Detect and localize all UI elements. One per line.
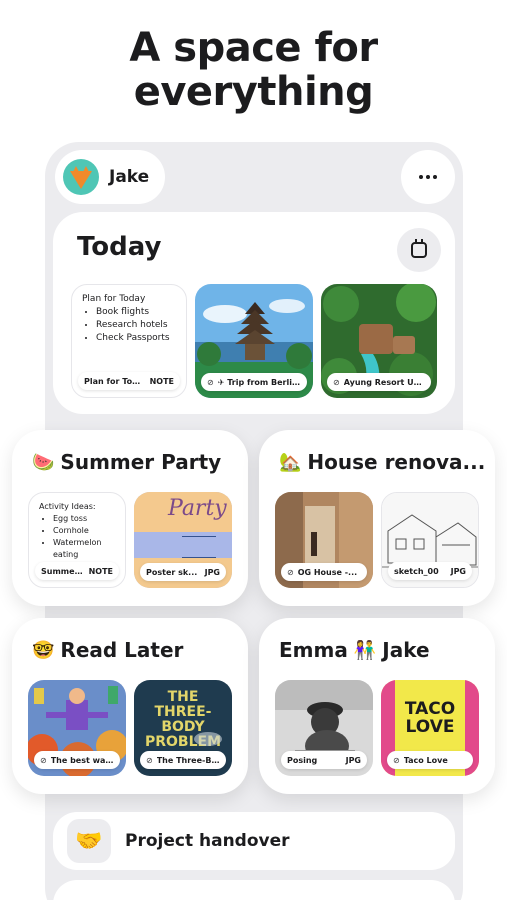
calendar-icon [411, 239, 427, 258]
list-item-project-handover[interactable]: 🤝 Project handover [53, 812, 455, 870]
calendar-button[interactable] [397, 228, 441, 272]
collection-card-emma-jake[interactable]: Emma 👫 Jake Posing JPG TACO LOVE ⊘ Taco … [259, 618, 495, 794]
collection-title-left: Emma [279, 638, 348, 662]
tile-label: ⊘ Taco Love [387, 751, 473, 769]
tile-label: sketch_00 JPG [388, 562, 472, 580]
headline-line-1: A space for [129, 25, 378, 71]
image-tile-posing[interactable]: Posing JPG [275, 680, 373, 776]
house-icon: 🏡 [279, 451, 302, 473]
user-name: Jake [109, 167, 150, 187]
collection-title: Summer Party [60, 450, 222, 474]
tile-label: Plan for Tod... NOTE [78, 372, 180, 390]
tile-label: Poster sk... JPG [140, 563, 226, 581]
watermelon-icon: 🍉 [32, 451, 55, 473]
note-item: Check Passports [96, 332, 178, 345]
nerd-face-icon: 🤓 [32, 639, 55, 661]
note-item: Book flights [96, 306, 178, 319]
poster-art-text: Party [168, 496, 227, 521]
image-tile-sketch[interactable]: sketch_00 JPG [381, 492, 479, 588]
link-icon: ⊘ [207, 377, 214, 387]
couple-icon: 👫 [353, 639, 377, 661]
tile-label: ⊘ Ayung Resort Ub... [327, 373, 431, 391]
link-icon: ⊘ [393, 755, 400, 765]
list-item-next[interactable] [53, 880, 455, 900]
note-item: Cornhole [53, 525, 117, 537]
note-tile-activity[interactable]: Activity Ideas: Egg toss Cornhole Waterm… [28, 492, 126, 588]
image-tile-poster[interactable]: Party Poster sk... JPG [134, 492, 232, 588]
more-dots-icon [419, 175, 437, 179]
tile-label: Summer... NOTE [35, 562, 119, 580]
tile-label: ⊘ The best wa... [34, 751, 120, 769]
collection-title: House renova... [307, 450, 486, 474]
link-icon: ⊘ [146, 755, 153, 765]
handshake-icon: 🤝 [67, 819, 111, 863]
fox-icon [63, 159, 99, 195]
taco-art-text: TACO LOVE [404, 699, 456, 737]
list-item-label: Project handover [125, 831, 290, 851]
link-tile-og-house[interactable]: ⊘ OG House -... [275, 492, 373, 588]
today-title: Today [77, 232, 162, 262]
link-tile-trip[interactable]: ⊘ ✈ Trip from Berli... [195, 284, 313, 398]
tile-label: ⊘ ✈ Trip from Berli... [201, 373, 307, 391]
note-tile-plan[interactable]: Plan for Today Book flights Research hot… [71, 284, 187, 398]
collection-title: Read Later [60, 638, 184, 662]
note-heading: Activity Ideas: [39, 502, 96, 511]
collection-card-summer-party[interactable]: 🍉 Summer Party Activity Ideas: Egg toss … [12, 430, 248, 606]
headline: A space for everything [0, 26, 507, 114]
headline-line-2: everything [133, 69, 374, 115]
link-tile-three-body[interactable]: THE THREE-BODY PROBLEM ⊘ The Three-B... [134, 680, 232, 776]
tile-label: ⊘ OG House -... [281, 563, 367, 581]
link-tile-best-way[interactable]: ⊘ The best wa... [28, 680, 126, 776]
note-heading: Plan for Today [82, 294, 146, 304]
collection-card-read-later[interactable]: 🤓 Read Later ⊘ The best wa... THE THREE-… [12, 618, 248, 794]
collection-card-house-renovation[interactable]: 🏡 House renova... ⊘ OG House -... sketch… [259, 430, 495, 606]
link-icon: ⊘ [333, 377, 340, 387]
link-icon: ⊘ [40, 755, 47, 765]
more-button[interactable] [401, 150, 455, 204]
link-tile-resort[interactable]: ⊘ Ayung Resort Ub... [321, 284, 437, 398]
profile-button[interactable]: Jake [55, 150, 165, 204]
link-tile-taco-love[interactable]: TACO LOVE ⊘ Taco Love [381, 680, 479, 776]
tile-label: ⊘ The Three-B... [140, 751, 226, 769]
today-card[interactable]: Today Plan for Today Book flights Resear… [53, 212, 455, 414]
note-item: Research hotels [96, 319, 178, 332]
tile-label: Posing JPG [281, 751, 367, 769]
note-item: Egg toss [53, 513, 117, 525]
link-icon: ⊘ [287, 567, 294, 577]
collection-title-right: Jake [382, 638, 430, 662]
